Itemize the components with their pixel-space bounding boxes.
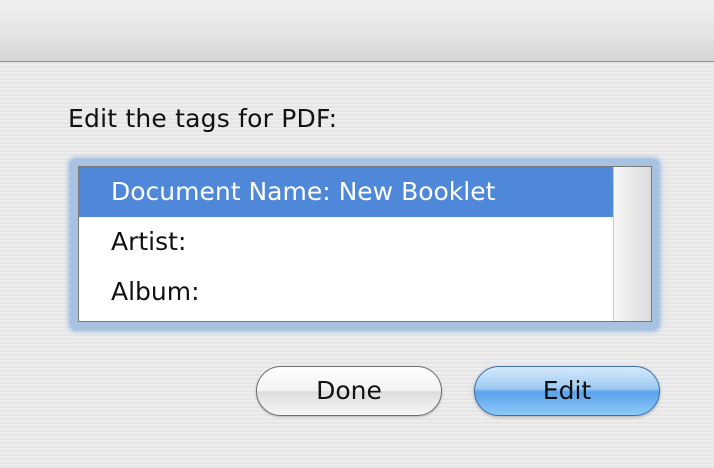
done-button[interactable]: Done: [256, 366, 442, 416]
list-item-album[interactable]: Album:: [79, 267, 613, 317]
title-bar[interactable]: [0, 0, 714, 62]
tags-list[interactable]: Document Name: New Booklet Artist: Album…: [78, 166, 652, 322]
edit-button[interactable]: Edit: [474, 366, 660, 416]
list-scrollbar[interactable]: [613, 167, 651, 321]
dialog-prompt: Edit the tags for PDF:: [68, 104, 338, 133]
list-item-artist[interactable]: Artist:: [79, 217, 613, 267]
tag-editor-dialog: Edit the tags for PDF: Document Name: Ne…: [0, 0, 714, 468]
list-item-document-name[interactable]: Document Name: New Booklet: [79, 167, 613, 217]
